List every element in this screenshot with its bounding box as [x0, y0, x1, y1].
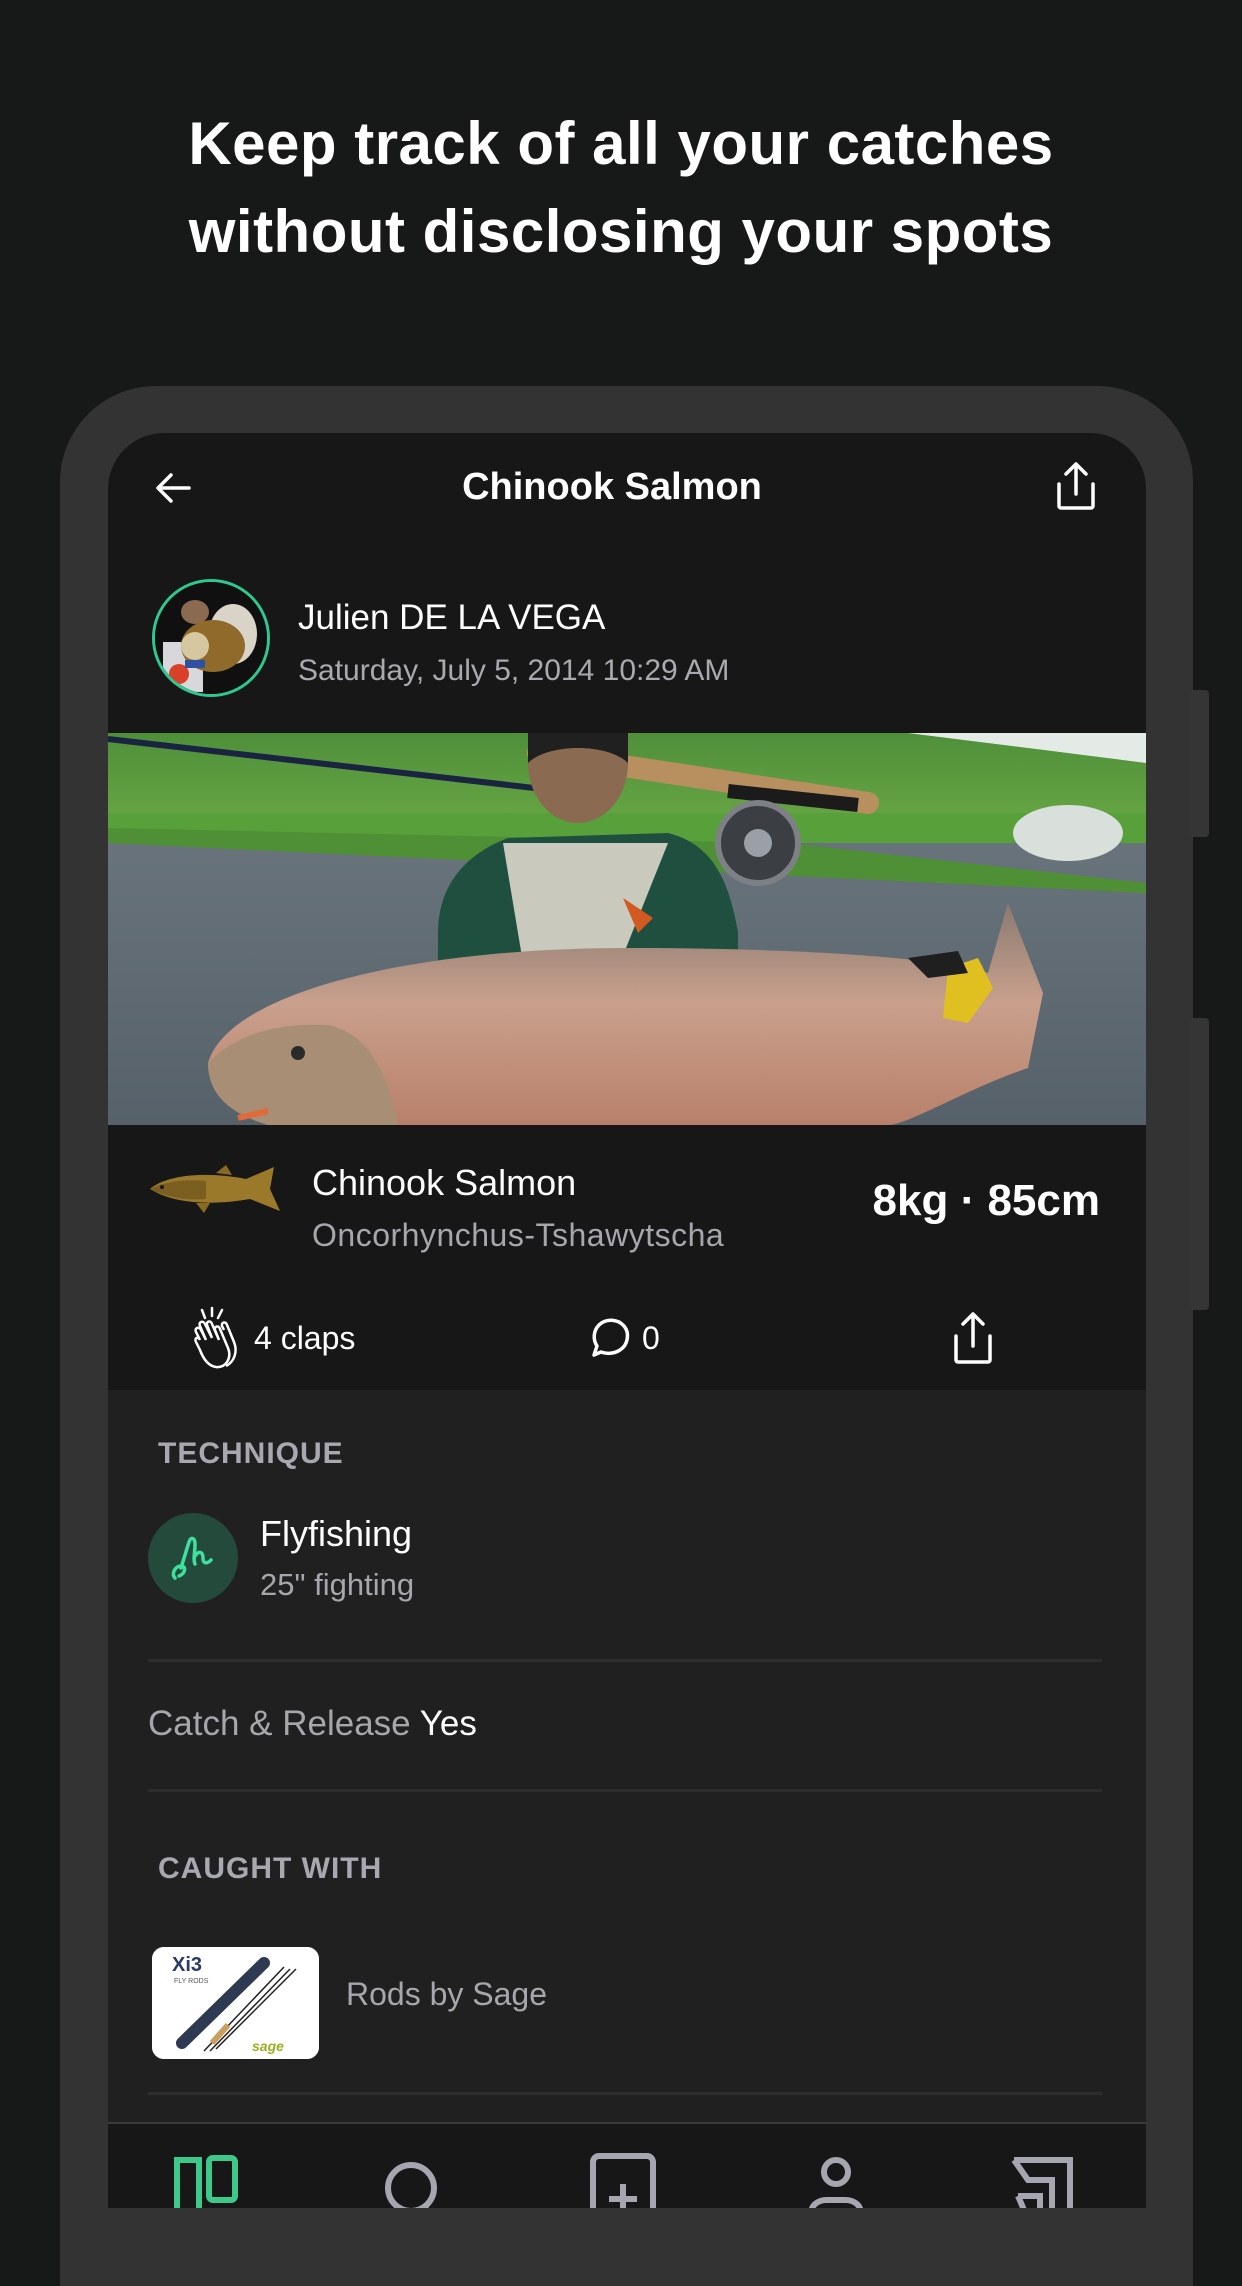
share-catch-button[interactable] [950, 1303, 996, 1373]
comment-button[interactable]: 0 [586, 1303, 660, 1373]
caught-with-section-label: CAUGHT WITH [158, 1852, 383, 1885]
user-avatar[interactable] [152, 579, 270, 697]
technique-name: Flyfishing [260, 1513, 413, 1554]
map-icon [1011, 2157, 1073, 2208]
catch-release-row: Catch & Release Yes [148, 1702, 477, 1746]
page-title: Chinook Salmon [462, 466, 762, 508]
technique-section-label: TECHNIQUE [158, 1437, 344, 1470]
nav-item-feed[interactable] [171, 2152, 241, 2208]
divider [148, 1789, 1102, 1792]
user-name[interactable]: Julien DE LA VEGA [298, 597, 605, 639]
nav-item-profile[interactable] [801, 2152, 871, 2208]
search-icon [385, 2162, 437, 2208]
technique-icon-badge [148, 1513, 238, 1603]
nav-item-map[interactable] [1008, 2152, 1078, 2208]
thumb-title: Xi3 [172, 1954, 202, 1976]
phone-side-button-power [1190, 690, 1209, 837]
add-icon [590, 2153, 656, 2208]
nav-item-add-catch[interactable] [589, 2152, 659, 2208]
bottom-navigation [108, 2122, 1146, 2208]
species-name: Chinook Salmon [312, 1162, 577, 1203]
avatar-image [155, 582, 267, 694]
thumb-brand: sage [252, 2038, 284, 2054]
promo-headline-line1: Keep track of all your catches [188, 110, 1054, 177]
gear-name[interactable]: Rods by Sage [346, 1974, 547, 2014]
species-latin-name: Oncorhynchus-Tshawytscha [312, 1217, 725, 1253]
post-date: Saturday, July 5, 2014 10:29 AM [298, 654, 730, 687]
promo-headline-line2: without disclosing your spots [188, 198, 1054, 265]
promo-headline: Keep track of all your catches without d… [0, 100, 1242, 276]
flyfishing-icon [171, 1536, 213, 1580]
comments-count: 0 [642, 1319, 660, 1356]
gear-thumbnail[interactable]: Xi3 FLY RODS sage [152, 1947, 319, 2059]
technique-detail: 25" fighting [260, 1567, 415, 1602]
divider [148, 1659, 1102, 1662]
catch-photo[interactable] [108, 733, 1146, 1125]
share-icon [1057, 462, 1095, 510]
clap-icon [194, 1306, 237, 1369]
catch-photo-image [108, 733, 1146, 1125]
app-screen: Chinook Salmon Julien DE LA VEGA Saturda… [108, 433, 1146, 2208]
claps-count: 4 claps [254, 1319, 356, 1356]
profile-icon [809, 2157, 863, 2208]
share-icon [954, 1312, 992, 1364]
comment-icon [592, 1318, 630, 1357]
catch-measurement: 8kg · 85cm [872, 1176, 1100, 1225]
feed-icon [174, 2155, 238, 2208]
catch-details: TECHNIQUE Flyfishing 25" fighting Catch … [108, 1390, 1146, 2130]
divider [148, 2092, 1102, 2095]
catch-release-label: Catch & Release [148, 1704, 411, 1743]
phone-side-button-volume [1190, 1018, 1209, 1310]
rod-product-image: Xi3 FLY RODS sage [152, 1947, 319, 2059]
header-share-button[interactable] [1048, 457, 1104, 515]
thumb-subtitle: FLY RODS [174, 1978, 209, 1985]
clap-button[interactable]: 4 claps [188, 1303, 355, 1373]
catch-release-value: Yes [419, 1704, 477, 1743]
nav-item-search[interactable] [378, 2152, 448, 2208]
species-fish-icon [146, 1159, 288, 1219]
